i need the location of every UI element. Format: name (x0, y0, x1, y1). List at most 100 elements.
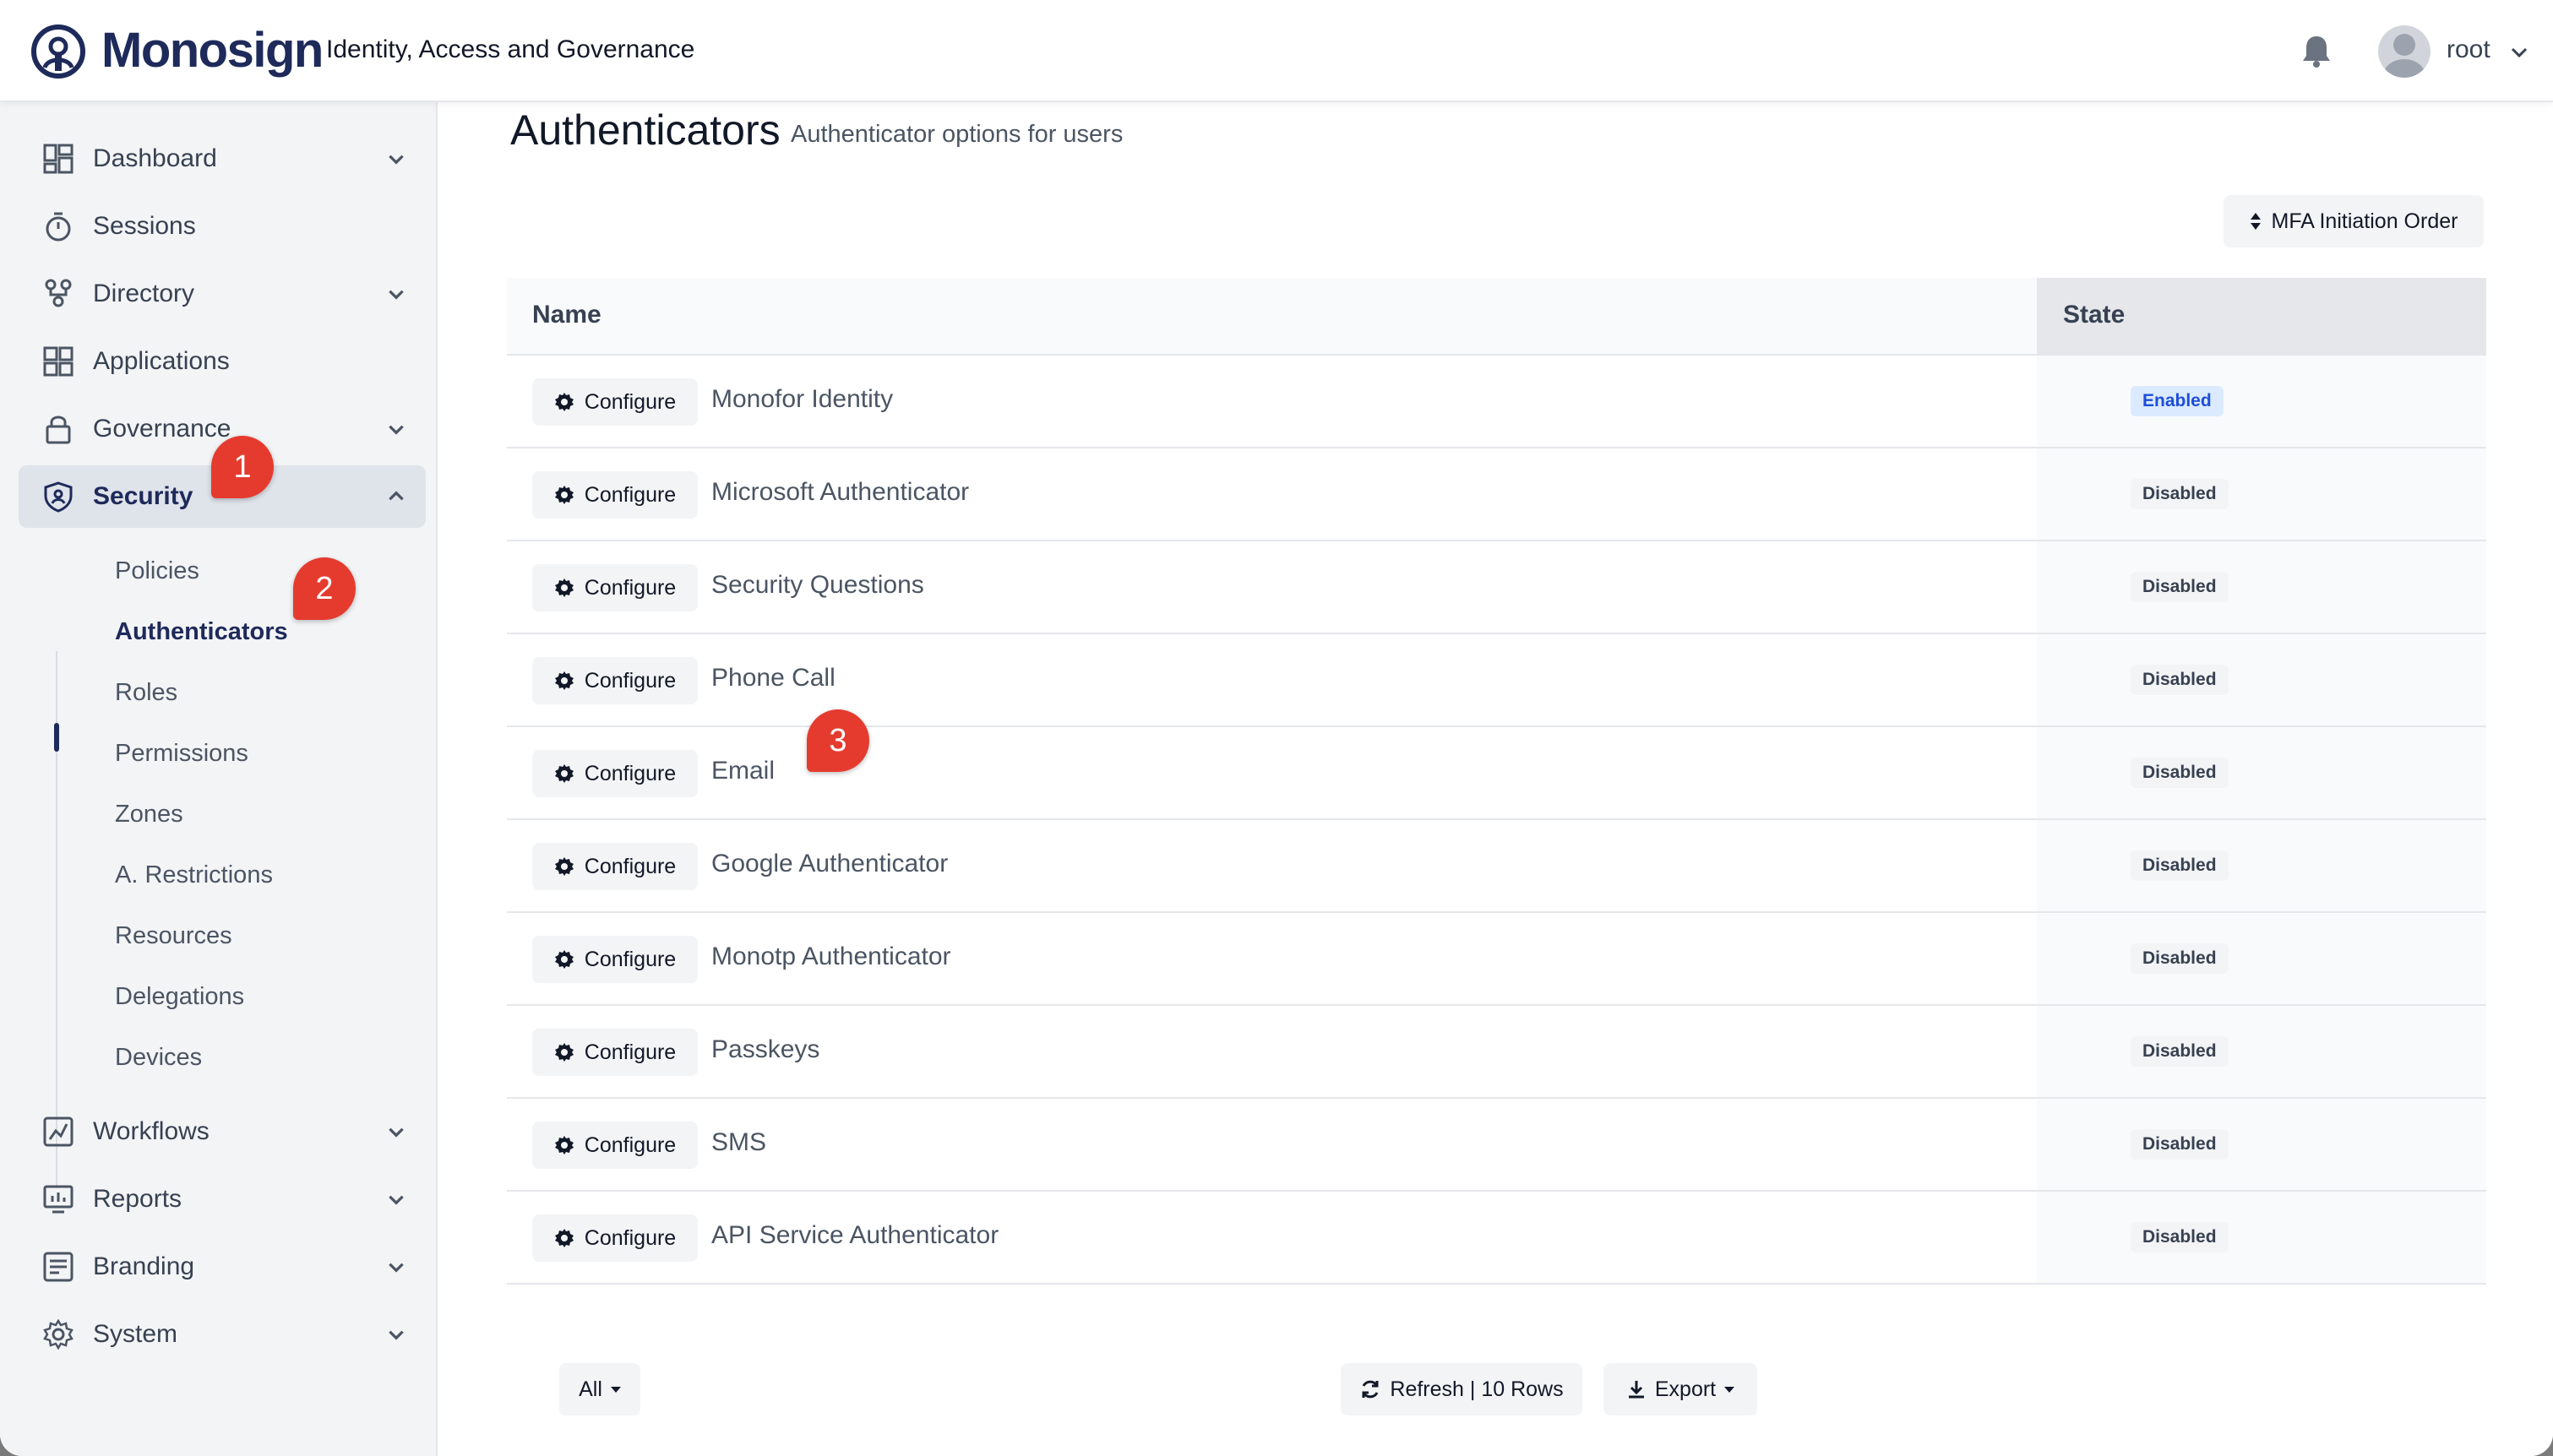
sidebar-item-workflows[interactable]: Workflows (19, 1100, 426, 1163)
configure-label: Configure (584, 1133, 677, 1157)
authenticator-name: Email (711, 757, 776, 785)
brand-tagline: Identity, Access and Governance (326, 35, 695, 63)
lock-icon (46, 416, 71, 444)
table-row: Configure SMS Disabled (507, 1099, 2486, 1192)
configure-label: Configure (584, 575, 677, 600)
bell-icon[interactable] (2301, 34, 2332, 68)
submenu-item-access-restrictions[interactable]: A. Restrictions (115, 861, 273, 889)
annotation-badge-1: 1 (211, 436, 274, 498)
export-label: Export (1654, 1377, 1717, 1401)
sidebar-item-label: System (93, 1320, 178, 1348)
sidebar-item-applications[interactable]: Applications (19, 330, 426, 393)
page-subtitle: Authenticator options for users (791, 121, 1124, 148)
user-name[interactable]: root (2447, 35, 2490, 64)
configure-label: Configure (584, 761, 677, 785)
submenu-item-delegations[interactable]: Delegations (115, 983, 244, 1011)
sidebar-item-label: Security (93, 482, 193, 510)
filter-dropdown[interactable]: All (559, 1363, 640, 1415)
refresh-icon (1362, 1380, 1379, 1399)
configure-button[interactable]: Configure (532, 750, 698, 797)
configure-button[interactable]: Configure (532, 843, 698, 890)
authenticator-name: Google Authenticator (711, 850, 949, 877)
submenu-item-zones[interactable]: Zones (115, 801, 183, 829)
stopwatch-icon (46, 212, 71, 242)
sidebar-item-label: Governance (93, 415, 231, 443)
refresh-button[interactable]: Refresh | 10 Rows (1341, 1363, 1582, 1415)
chevron-down-icon[interactable] (2509, 42, 2529, 62)
column-header-name[interactable]: Name (532, 301, 602, 329)
sidebar-item-system[interactable]: System (19, 1303, 426, 1366)
branding-icon (43, 1252, 73, 1282)
submenu-item-permissions[interactable]: Permissions (115, 740, 248, 768)
caret-down-icon (610, 1386, 621, 1393)
sidebar-item-reports[interactable]: Reports (19, 1168, 426, 1231)
gear-icon (554, 579, 574, 597)
configure-button[interactable]: Configure (532, 1214, 698, 1262)
sidebar-item-label: Directory (93, 280, 195, 307)
sidebar-item-label: Applications (93, 347, 230, 375)
chevron-down-icon (389, 1127, 404, 1138)
export-dropdown[interactable]: Export (1603, 1363, 1757, 1415)
status-badge: Disabled (2131, 943, 2229, 974)
submenu-item-roles[interactable]: Roles (115, 679, 177, 707)
gear-icon (554, 764, 574, 783)
authenticator-name: Monofor Identity (711, 385, 894, 413)
brand-name[interactable]: Monosign (101, 22, 324, 79)
configure-label: Configure (584, 668, 677, 693)
configure-button[interactable]: Configure (532, 564, 698, 611)
app-window: Monosign Identity, Access and Governance… (0, 0, 2553, 1456)
gear-icon (554, 1043, 574, 1062)
configure-button[interactable]: Configure (532, 1029, 698, 1076)
table-row: Configure Monotp Authenticator Disabled (507, 913, 2486, 1006)
sidebar-item-label: Sessions (93, 212, 196, 240)
authenticator-name: Microsoft Authenticator (711, 478, 970, 506)
column-header-state[interactable]: State (2063, 301, 2125, 329)
configure-button[interactable]: Configure (532, 378, 698, 426)
refresh-label: Refresh | 10 Rows (1390, 1377, 1564, 1401)
chevron-down-icon (389, 1195, 404, 1205)
status-badge: Disabled (2131, 1129, 2229, 1160)
status-badge: Disabled (2131, 758, 2229, 788)
sidebar-item-branding[interactable]: Branding (19, 1236, 426, 1298)
authenticators-table: Name State Configure Monofor Identity Enab… (507, 278, 2486, 1285)
submenu-item-policies[interactable]: Policies (115, 557, 199, 585)
sidebar-item-label: Dashboard (93, 144, 217, 172)
sidebar-item-dashboard[interactable]: Dashboard (19, 128, 426, 190)
caret-down-icon (1724, 1386, 1735, 1393)
avatar[interactable] (2378, 25, 2431, 78)
chevron-down-icon (389, 290, 404, 300)
main-content: Authenticators Authenticator options for… (439, 102, 2553, 1456)
status-badge: Disabled (2131, 850, 2229, 881)
gear-icon (554, 1136, 574, 1154)
sidebar-item-directory[interactable]: Directory (19, 263, 426, 325)
table-header: Name State (507, 278, 2486, 356)
gear-icon (554, 1229, 574, 1247)
monosign-logo-icon[interactable] (30, 24, 86, 79)
directory-icon (45, 279, 72, 307)
mfa-initiation-order-button[interactable]: MFA Initiation Order (2224, 195, 2484, 247)
configure-button[interactable]: Configure (532, 1122, 698, 1169)
shield-icon (44, 481, 73, 513)
configure-label: Configure (584, 854, 677, 878)
configure-button[interactable]: Configure (532, 936, 698, 983)
configure-button[interactable]: Configure (532, 657, 698, 704)
workflow-icon (43, 1116, 73, 1147)
gear-icon (554, 393, 574, 411)
submenu-item-devices[interactable]: Devices (115, 1044, 202, 1072)
chevron-down-icon (389, 1263, 404, 1273)
authenticator-name: API Service Authenticator (711, 1221, 999, 1249)
dashboard-icon (43, 144, 73, 174)
configure-button[interactable]: Configure (532, 471, 698, 519)
status-badge: Disabled (2131, 665, 2229, 695)
authenticator-name: Passkeys (711, 1035, 820, 1063)
submenu-item-resources[interactable]: Resources (115, 922, 232, 950)
applications-icon (43, 346, 73, 377)
gear-icon (554, 486, 574, 504)
status-badge: Disabled (2131, 479, 2229, 509)
gear-icon (554, 857, 574, 876)
status-badge: Disabled (2131, 1222, 2229, 1252)
sidebar-item-sessions[interactable]: Sessions (19, 195, 426, 258)
chevron-down-icon (389, 1330, 404, 1340)
submenu-item-authenticators[interactable]: Authenticators (115, 618, 288, 646)
configure-label: Configure (584, 1225, 677, 1250)
